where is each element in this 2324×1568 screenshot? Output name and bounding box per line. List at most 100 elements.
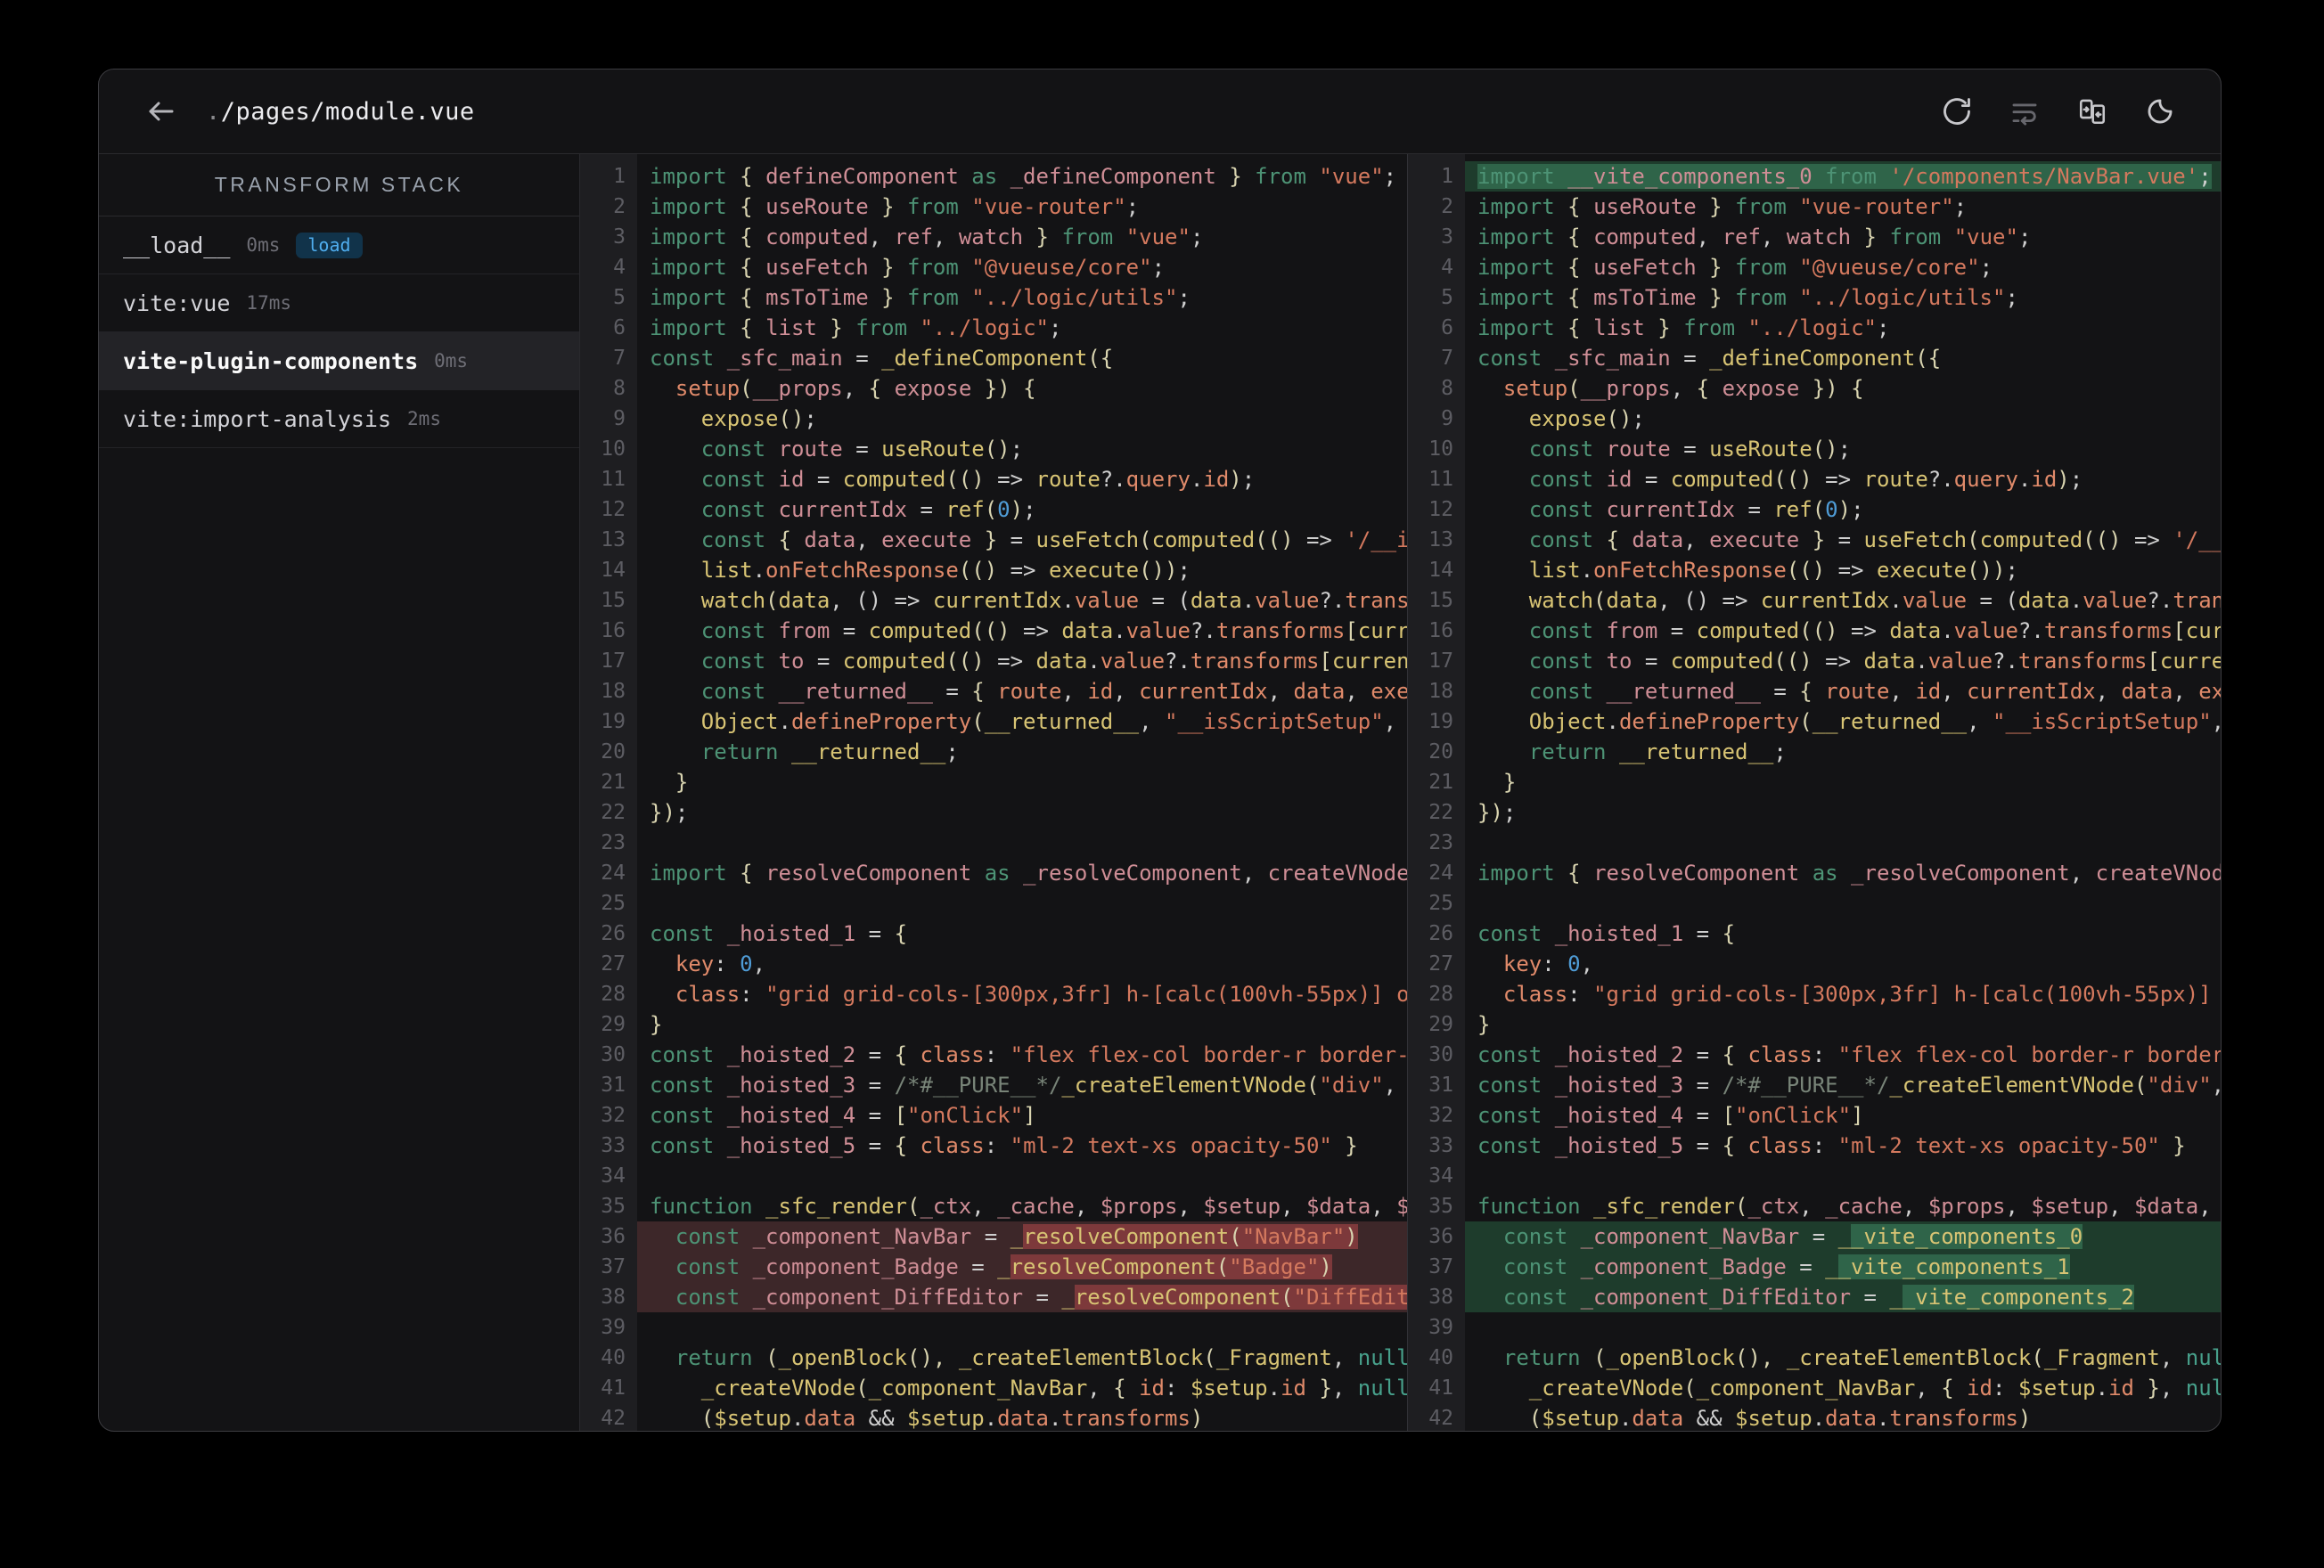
- load-badge: load: [296, 232, 363, 258]
- code-line: 6 import { list } from "../logic";: [580, 313, 1407, 343]
- code-text: const __returned__ = { route, id, curren…: [700, 679, 1407, 704]
- line-number: 21: [601, 771, 626, 794]
- code-after: 1 import __vite_components_0 from '/compo…: [1408, 161, 2221, 1431]
- line-number: 4: [613, 256, 626, 279]
- code-line: 8 setup(__props, { expose }) {: [580, 373, 1407, 404]
- line-number: 18: [1428, 680, 1453, 703]
- code-text: import { computed, ref, watch } from "vu…: [1477, 225, 2032, 249]
- code-line: 20 return __returned__;: [580, 737, 1407, 767]
- wrap-text-button[interactable]: [2009, 95, 2041, 127]
- code-line: 17 const to = computed(() => data.value?…: [1408, 646, 2221, 676]
- sidebar-item-vite-import-analysis[interactable]: vite:import-analysis 2ms: [99, 390, 579, 448]
- code-line: 41 _createVNode(_component_NavBar, { id:…: [580, 1373, 1407, 1403]
- line-number: 35: [601, 1195, 626, 1218]
- code-text: function _sfc_render(_ctx, _cache, $prop…: [650, 1194, 1407, 1219]
- code-line: 14 list.onFetchResponse(() => execute())…: [580, 555, 1407, 585]
- code-text: class: "grid grid-cols-[300px,3fr] h-[ca…: [1502, 982, 2212, 1007]
- diff-view: 1 import { defineComponent as _defineComp…: [580, 154, 2221, 1431]
- wrap-text-icon: [2012, 103, 2037, 126]
- line-number: 1: [613, 165, 626, 188]
- code-line: 19 Object.defineProperty(__returned__, "…: [580, 706, 1407, 737]
- code-text: const _hoisted_3 = /*#__PURE__*/_createE…: [1477, 1073, 2221, 1098]
- plugin-time: 0ms: [434, 350, 469, 372]
- code-text: const _hoisted_2 = { class: "flex flex-c…: [650, 1042, 1407, 1067]
- line-number: 40: [601, 1346, 626, 1369]
- dark-mode-button[interactable]: [2144, 95, 2176, 127]
- code-line: 16 const from = computed(() => data.valu…: [1408, 616, 2221, 646]
- code-text: expose();: [700, 406, 817, 431]
- sidebar-item-vite-plugin-components[interactable]: vite-plugin-components 0ms: [99, 332, 579, 390]
- code-line: 32 const _hoisted_4 = ["onClick"]: [580, 1100, 1407, 1131]
- code-text: import { useRoute } from "vue-router";: [650, 194, 1140, 219]
- code-text: class: "grid grid-cols-[300px,3fr] h-[ca…: [675, 982, 1407, 1007]
- line-number: 2: [1441, 195, 1453, 218]
- transform-stack-sidebar: TRANSFORM STACK __load__ 0ms load vite:vue 1…: [99, 154, 580, 1431]
- code-line: 35 function _sfc_render(_ctx, _cache, $pr…: [1408, 1191, 2221, 1221]
- line-number: 15: [1428, 589, 1453, 612]
- plugin-name: vite:vue: [123, 290, 231, 316]
- sidebar-item-vite-vue[interactable]: vite:vue 17ms: [99, 274, 579, 332]
- line-number: 34: [601, 1164, 626, 1188]
- code-line: 34: [1408, 1161, 2221, 1191]
- code-text: import { msToTime } from "../logic/utils…: [650, 285, 1191, 310]
- code-line: 7 const _sfc_main = _defineComponent({: [580, 343, 1407, 373]
- line-number: 11: [601, 468, 626, 491]
- code-text: ($setup.data && $setup.data.transforms): [700, 1406, 1204, 1431]
- code-line: 4 import { useFetch } from "@vueuse/core"…: [1408, 252, 2221, 282]
- code-text: import { computed, ref, watch } from "vu…: [650, 225, 1204, 249]
- code-text: const { data, execute } = useFetch(compu…: [700, 527, 1407, 552]
- line-number: 5: [613, 286, 626, 309]
- code-text: }: [650, 1012, 663, 1037]
- title-bar: ./pages/module.vue: [99, 69, 2221, 154]
- code-text: const _hoisted_5 = { class: "ml-2 text-x…: [650, 1133, 1358, 1158]
- module-title-path: /pages/module.vue: [220, 97, 475, 126]
- code-text: _createVNode(_component_NavBar, { id: $s…: [1528, 1376, 2221, 1401]
- line-number: 21: [1428, 771, 1453, 794]
- line-number: 19: [1428, 710, 1453, 733]
- diff-view-button[interactable]: [2076, 95, 2108, 127]
- line-number: 14: [1428, 559, 1453, 582]
- code-before: 1 import { defineComponent as _defineComp…: [580, 161, 1407, 1431]
- back-button[interactable]: [143, 94, 179, 129]
- line-number: 32: [1428, 1104, 1453, 1127]
- code-text: const __returned__ = { route, id, curren…: [1528, 679, 2221, 704]
- code-line: 25: [1408, 888, 2221, 919]
- sidebar-item--load-[interactable]: __load__ 0ms load: [99, 216, 579, 274]
- line-number: 14: [601, 559, 626, 582]
- code-text: const _component_DiffEditor = __vite_com…: [1465, 1282, 2221, 1312]
- line-number: 19: [601, 710, 626, 733]
- line-number: 15: [601, 589, 626, 612]
- code-text: expose();: [1528, 406, 1645, 431]
- code-line: 30 const _hoisted_2 = { class: "flex flex…: [580, 1040, 1407, 1070]
- code-line: 18 const __returned__ = { route, id, cur…: [1408, 676, 2221, 706]
- line-number: 33: [601, 1134, 626, 1157]
- line-number: 26: [1428, 922, 1453, 945]
- line-number: 38: [1428, 1286, 1453, 1309]
- code-line: 31 const _hoisted_3 = /*#__PURE__*/_creat…: [1408, 1070, 2221, 1100]
- code-line: 32 const _hoisted_4 = ["onClick"]: [1408, 1100, 2221, 1131]
- refresh-button[interactable]: [1941, 95, 1973, 127]
- code-line: 2 import { useRoute } from "vue-router";: [1408, 192, 2221, 222]
- line-number: 40: [1428, 1346, 1453, 1369]
- diff-panel-before[interactable]: 1 import { defineComponent as _defineComp…: [580, 154, 1407, 1431]
- code-line: 27 key: 0,: [1408, 949, 2221, 979]
- code-text: const { data, execute } = useFetch(compu…: [1528, 527, 2221, 552]
- plugin-name: vite:import-analysis: [123, 405, 392, 432]
- code-text: Object.defineProperty(__returned__, "__i…: [1528, 709, 2221, 734]
- code-line: 18 const __returned__ = { route, id, cur…: [580, 676, 1407, 706]
- line-number: 10: [601, 437, 626, 461]
- code-text: }: [1477, 770, 1517, 795]
- line-number: 41: [601, 1376, 626, 1400]
- diff-panel-after[interactable]: 1 import __vite_components_0 from '/compo…: [1407, 154, 2221, 1431]
- code-text: const id = computed(() => route?.query.i…: [700, 467, 1256, 492]
- code-text: setup(__props, { expose }) {: [1502, 376, 1864, 401]
- plugin-time: 2ms: [407, 408, 441, 429]
- code-text: const _component_NavBar = _resolveCompon…: [637, 1221, 1407, 1252]
- code-line: 36 const _component_NavBar = _resolveCom…: [580, 1221, 1407, 1252]
- code-text: const currentIdx = ref(0);: [1528, 497, 1864, 522]
- line-number: 37: [1428, 1255, 1453, 1278]
- line-number: 35: [1428, 1195, 1453, 1218]
- line-number: 39: [601, 1316, 626, 1339]
